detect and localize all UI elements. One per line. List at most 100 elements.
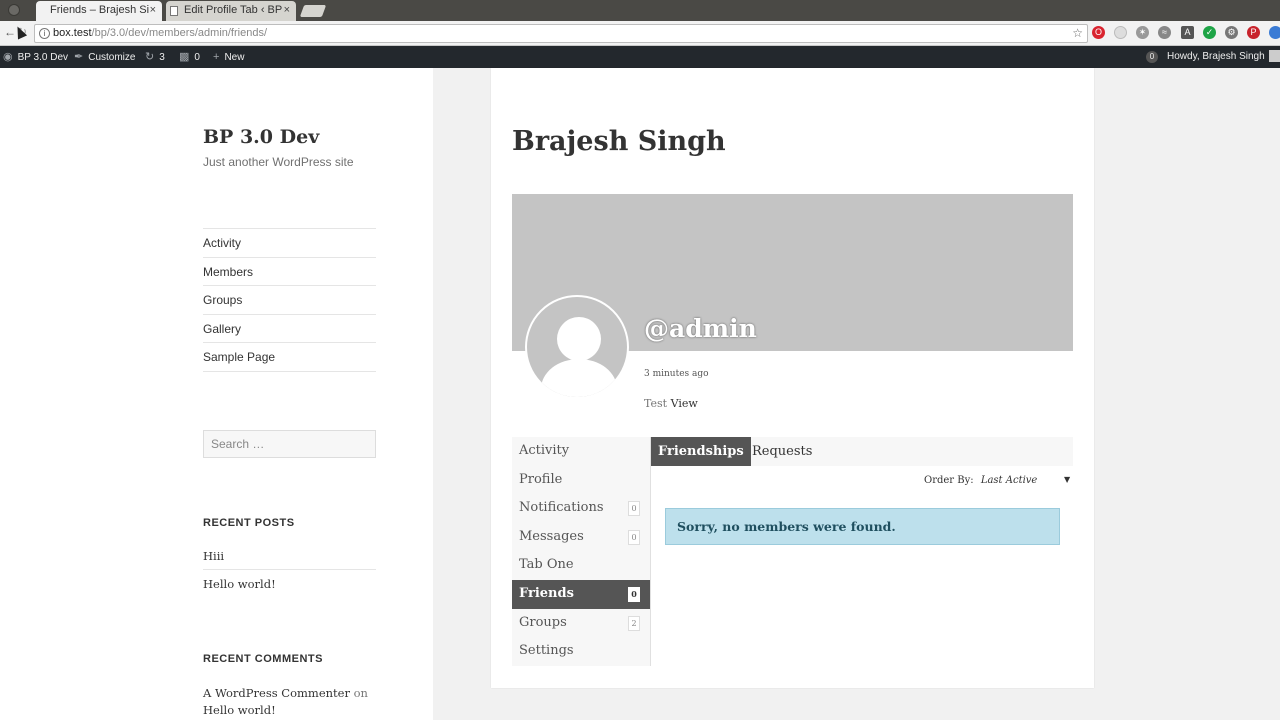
sidebar-menu: Activity Members Groups Gallery Sample P… [203,228,376,372]
bookmark-star-icon[interactable]: ☆ [1072,25,1083,42]
admin-bar-new[interactable]: + New [213,46,244,68]
tab-title: Edit Profile Tab ‹ BP [184,4,283,16]
tool-extension-icon[interactable]: ≈ [1158,26,1171,39]
friends-subnav: Friendships Requests [651,437,1073,466]
nav-count-badge: 0 [628,529,640,545]
nav-label: Messages [519,528,584,544]
admin-bar-account[interactable]: Howdy, Brajesh Singh [1167,46,1280,68]
profile-nav-activity[interactable]: Activity [512,437,650,466]
tab-title: Friends – Brajesh Si [50,4,150,16]
recent-comments-title: RECENT COMMENTS [203,653,323,665]
chevron-down-icon: ▼ [1064,475,1071,484]
comment-post-link[interactable]: Hello world! [203,703,276,717]
close-icon[interactable]: × [284,1,290,20]
close-icon[interactable]: × [150,1,156,20]
recent-posts-list: Hiii Hello world! [203,542,376,598]
comment-icon: ▩ [179,51,190,63]
sidebar: BP 3.0 Dev Just another WordPress site A… [0,68,433,720]
admin-bar-comments[interactable]: ▩ 0 [179,46,200,68]
profile-nav: Activity Profile Notifications 0 Messages… [512,437,651,666]
updates-icon: ↻ [145,51,155,63]
shield-extension-icon[interactable]: ✓ [1203,26,1216,39]
opera-extension-icon[interactable]: O [1092,26,1105,39]
admin-bar-updates[interactable]: ↻ 3 [145,46,165,68]
avatar-head-shape [557,317,601,361]
browser-tab-bar: Friends – Brajesh Si × Edit Profile Tab … [0,0,1280,21]
nav-label: Settings [519,643,574,659]
avatar [1268,50,1280,63]
comment-on-label: on [353,686,368,700]
sidebar-item-gallery[interactable]: Gallery [203,315,376,343]
admin-bar-site[interactable]: ◉ BP 3.0 Dev [3,46,68,68]
url-host: box.test [53,27,92,39]
profile-nav-profile[interactable]: Profile [512,466,650,495]
profile-nav-tab-one[interactable]: Tab One [512,551,650,580]
order-by-select[interactable]: Order By: Last Active ▼ [924,475,1070,486]
browser-tab-edit-profile[interactable]: Edit Profile Tab ‹ BP × [166,1,296,21]
nav-count-badge: 0 [628,586,640,602]
avatar-body-shape [541,359,617,397]
url-path: /bp/3.0/dev/members/admin/friends/ [91,27,268,39]
comments-count: 0 [194,52,200,63]
site-title[interactable]: BP 3.0 Dev [203,126,319,148]
address-bar[interactable]: i box.test/bp/3.0/dev/members/admin/frie… [34,24,1088,43]
gear-extension-icon[interactable]: ⚙ [1225,26,1238,39]
howdy-label: Howdy, Brajesh Singh [1167,51,1265,62]
puzzle-extension-icon[interactable]: ✶ [1136,26,1149,39]
profile-field-value[interactable]: View [671,397,698,410]
info-icon[interactable]: i [39,28,50,39]
plus-icon: + [213,51,220,63]
new-label: New [224,52,245,63]
dashboard-icon: ◉ [3,51,13,63]
nav-label: Notifications [519,500,604,516]
profile-nav-friends[interactable]: Friends 0 [512,579,650,609]
comment-author-link[interactable]: A WordPress Commenter [203,686,350,700]
new-tab-button[interactable] [299,5,327,17]
nav-count-badge: 0 [628,501,640,517]
nav-label: Groups [519,614,567,630]
main-content: Brajesh Singh @admin 3 minutes ago Test … [491,68,1094,688]
order-by-value: Last Active [980,475,1038,486]
customize-label: Customize [88,52,136,63]
site-description: Just another WordPress site [203,155,354,169]
admin-bar-customize[interactable]: ✒ Customize [74,46,135,68]
sidebar-item-groups[interactable]: Groups [203,286,376,315]
extension-icon[interactable] [1114,26,1127,39]
user-handle: @admin [644,314,757,343]
notification-count-badge: 0 [1146,51,1158,63]
nav-label: Activity [519,443,570,458]
last-active-time: 3 minutes ago [644,369,709,379]
tab-requests[interactable]: Requests [745,437,819,466]
site-name-label: BP 3.0 Dev [17,52,69,63]
font-extension-icon[interactable]: A [1181,26,1194,39]
profile-avatar[interactable] [525,295,629,399]
sidebar-item-activity[interactable]: Activity [203,229,376,258]
nav-label: Tab One [519,557,574,573]
tab-friendships[interactable]: Friendships [651,437,751,466]
profile-nav-notifications[interactable]: Notifications 0 [512,494,650,523]
nav-label: Profile [519,471,563,487]
pinterest-icon[interactable]: P [1247,26,1260,39]
sidebar-item-members[interactable]: Members [203,258,376,286]
order-by-label: Order By: [924,475,974,486]
no-members-notice: Sorry, no members were found. [665,508,1060,545]
updates-count: 3 [159,52,165,63]
globe-extension-icon[interactable] [1269,26,1280,39]
nav-label: Friends [519,585,574,601]
window-close-button[interactable] [8,4,20,16]
profile-nav-messages[interactable]: Messages 0 [512,523,650,552]
browser-tab-friends[interactable]: Friends – Brajesh Si × [36,1,162,21]
search-input[interactable]: Search … [203,430,376,458]
recent-post-link[interactable]: Hiii [203,542,376,570]
nav-count-badge: 2 [628,615,640,631]
browser-toolbar: ← ↻ i box.test/bp/3.0/dev/members/admin/… [0,21,1280,46]
sidebar-item-sample-page[interactable]: Sample Page [203,343,376,372]
recent-comment: A WordPress Commenter on Hello world! [203,685,383,719]
recent-post-link[interactable]: Hello world! [203,570,376,598]
profile-nav-settings[interactable]: Settings [512,637,650,666]
profile-field: Test View [644,397,698,410]
profile-nav-groups[interactable]: Groups 2 [512,609,650,638]
admin-bar-notifications[interactable]: 0 [1146,46,1158,68]
profile-field-label: Test [644,397,668,410]
page-icon [170,6,178,16]
